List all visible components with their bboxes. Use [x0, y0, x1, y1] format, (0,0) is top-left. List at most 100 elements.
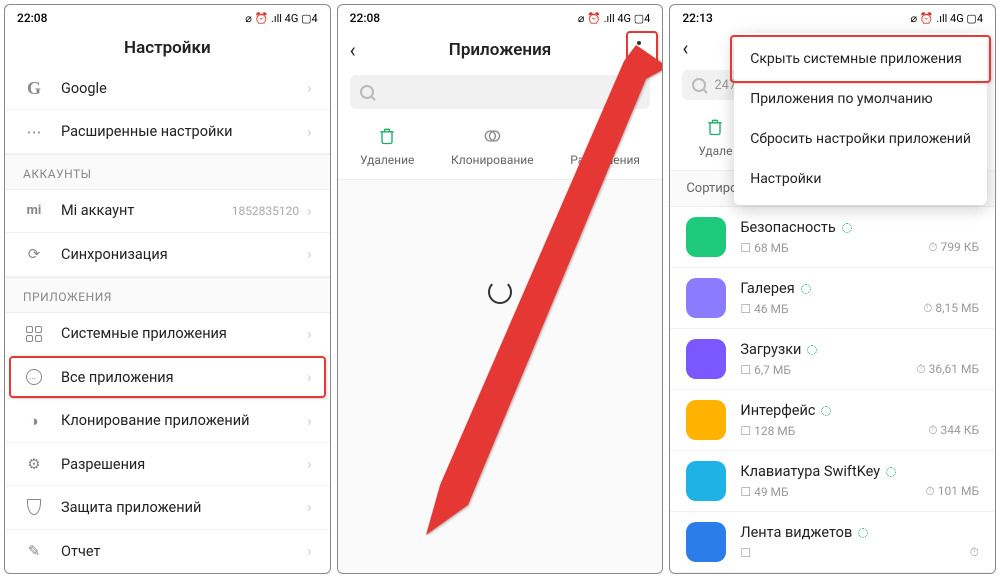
chevron-right-icon: › — [307, 245, 312, 263]
loading-spinner — [488, 280, 512, 304]
report-icon: ✎ — [23, 540, 45, 562]
trash-icon — [376, 125, 398, 147]
mi-icon: mi — [23, 200, 45, 222]
status-bar: 22:13 ⌀ ⏰ .ıll 4G ▢4 — [670, 5, 995, 29]
app-name: Клавиатура SwiftKey — [740, 463, 979, 480]
app-data: ⏱ 8,15 МБ — [923, 301, 979, 316]
chevron-right-icon: › — [307, 123, 312, 141]
search-icon — [360, 85, 374, 99]
action-permissions[interactable]: Разрешения — [570, 125, 640, 167]
row-clone-apps[interactable]: ◑ Клонирование приложений › — [5, 399, 330, 442]
app-row[interactable]: Клавиатура SwiftKey ☐ 49 МБ ⏱ 101 МБ — [670, 451, 995, 512]
chevron-right-icon: › — [307, 412, 312, 430]
action-delete[interactable]: Удаление — [360, 125, 414, 167]
app-data: ⏱ — [970, 545, 979, 560]
app-icon — [686, 278, 726, 318]
app-row[interactable]: Загрузки ☐ 6,7 МБ ⏱ 36,61 МБ — [670, 329, 995, 390]
menu-reset[interactable]: Сбросить настройки приложений — [734, 119, 987, 159]
app-row[interactable]: Безопасность ☐ 68 МБ ⏱ 799 КБ — [670, 207, 995, 268]
action-delete[interactable]: Удале — [698, 116, 732, 158]
status-bar: 22:08 ⌀ ⏰ .ıll 4G ▢4 — [338, 5, 663, 29]
settings-header: Настройки — [5, 29, 330, 67]
clone-icon: ◑ — [23, 410, 45, 432]
app-data: ⏱ 344 КБ — [928, 423, 979, 438]
page-title: Настройки — [124, 38, 211, 58]
app-name: Интерфейс — [740, 402, 979, 419]
app-storage: ☐ 68 МБ — [740, 240, 788, 255]
search-icon — [692, 78, 706, 92]
app-data: ⏱ 799 КБ — [928, 240, 979, 255]
row-mi-account[interactable]: mi Mi аккаунт 1852835120 › — [5, 190, 330, 233]
app-icon — [686, 339, 726, 379]
row-sync[interactable]: ⟳ Синхронизация › — [5, 233, 330, 276]
loading-icon — [842, 223, 852, 233]
app-list: Безопасность ☐ 68 МБ ⏱ 799 КБ Галерея ☐ … — [670, 207, 995, 573]
chevron-right-icon: › — [307, 325, 312, 343]
menu-hide-system[interactable]: Скрыть системные приложения — [734, 39, 987, 79]
google-icon: G — [23, 77, 45, 99]
row-system-apps[interactable]: Системные приложения › — [5, 313, 330, 356]
trash-icon — [704, 116, 726, 138]
more-vert-icon — [637, 41, 641, 59]
app-storage: ☐ 6,7 МБ — [740, 362, 791, 377]
sync-icon: ⟳ — [23, 243, 45, 265]
clock: 22:08 — [17, 11, 47, 25]
back-button[interactable]: ‹ — [350, 38, 356, 62]
app-name: Галерея — [740, 280, 979, 297]
app-icon — [686, 217, 726, 257]
row-all-apps[interactable]: Все приложения › — [5, 356, 330, 399]
section-accounts: АККАУНТЫ — [5, 154, 330, 190]
permissions-icon: ⚙ — [23, 453, 45, 475]
apps-header: ‹ Приложения — [338, 29, 663, 71]
app-storage: ☐ 46 МБ — [740, 301, 788, 316]
app-row[interactable]: Лента виджетов ☐ ⏱ — [670, 512, 995, 573]
row-permissions[interactable]: ⚙ Разрешения › — [5, 443, 330, 486]
chevron-right-icon: › — [307, 202, 312, 220]
shield-check-icon — [594, 125, 616, 147]
action-row: Удаление Клонирование Разрешения — [338, 119, 663, 179]
status-icons: ⌀ ⏰ .ıll 4G ▢4 — [911, 12, 983, 25]
overflow-menu: Скрыть системные приложения Приложения п… — [734, 33, 987, 205]
chevron-right-icon: › — [307, 368, 312, 386]
more-button[interactable] — [628, 35, 650, 65]
chevron-right-icon: › — [307, 79, 312, 97]
app-storage: ☐ 128 МБ — [740, 423, 795, 438]
app-name: Безопасность — [740, 219, 979, 236]
row-report[interactable]: ✎ Отчет › — [5, 530, 330, 573]
status-icons: ⌀ ⏰ .ıll 4G ▢4 — [578, 12, 650, 25]
all-apps-icon — [23, 366, 45, 388]
shield-icon — [23, 496, 45, 518]
row-app-lock[interactable]: Защита приложений › — [5, 486, 330, 529]
section-apps: ПРИЛОЖЕНИЯ — [5, 277, 330, 313]
app-name: Загрузки — [740, 341, 979, 358]
app-icon — [686, 522, 726, 562]
row-google[interactable]: G Google › — [5, 67, 330, 110]
loading-icon — [821, 406, 831, 416]
search-input[interactable] — [350, 75, 651, 109]
app-storage: ☐ 49 МБ — [740, 484, 788, 499]
more-horiz-icon: ⋯ — [23, 121, 45, 143]
row-advanced[interactable]: ⋯ Расширенные настройки › — [5, 110, 330, 153]
clone-icon — [481, 125, 503, 147]
apps-screen: 22:08 ⌀ ⏰ .ıll 4G ▢4 ‹ Приложения Удален… — [337, 4, 664, 574]
page-title: Приложения — [449, 40, 551, 60]
app-storage: ☐ — [740, 545, 751, 560]
loading-icon — [801, 284, 811, 294]
clock: 22:08 — [350, 11, 380, 25]
action-clone[interactable]: Клонирование — [451, 125, 534, 167]
back-button[interactable]: ‹ — [682, 36, 688, 60]
chevron-right-icon: › — [307, 455, 312, 473]
chevron-right-icon: › — [307, 542, 312, 560]
settings-screen: 22:08 ⌀ ⏰ .ıll 4G ▢4 Настройки G Google … — [4, 4, 331, 574]
menu-default-apps[interactable]: Приложения по умолчанию — [734, 79, 987, 119]
app-data: ⏱ 101 МБ — [925, 484, 979, 499]
loading-icon — [807, 345, 817, 355]
app-row[interactable]: Галерея ☐ 46 МБ ⏱ 8,15 МБ — [670, 268, 995, 329]
clock: 22:13 — [682, 11, 712, 25]
apps-menu-screen: 22:13 ⌀ ⏰ .ıll 4G ▢4 ‹ 247 Удале Сортиро… — [669, 4, 996, 574]
menu-settings[interactable]: Настройки — [734, 159, 987, 199]
app-icon — [686, 400, 726, 440]
app-row[interactable]: Интерфейс ☐ 128 МБ ⏱ 344 КБ — [670, 390, 995, 451]
app-name: Лента виджетов — [740, 524, 979, 541]
chevron-right-icon: › — [307, 498, 312, 516]
